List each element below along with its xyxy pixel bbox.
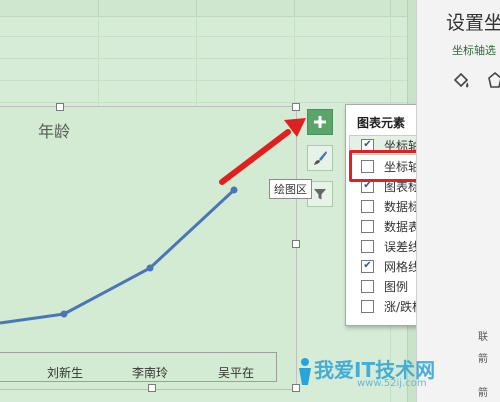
axis-tick-label: 李南玲 xyxy=(132,366,169,380)
gridline xyxy=(0,80,407,81)
column-header-strip xyxy=(0,0,415,17)
filter-icon xyxy=(314,189,326,200)
panel-option-label: 箭 xyxy=(478,388,488,399)
gridline xyxy=(0,58,407,59)
chart-elements-button[interactable] xyxy=(307,109,333,135)
gridline xyxy=(196,16,197,106)
chart-title[interactable]: 年龄 xyxy=(38,118,70,142)
gridline xyxy=(98,16,99,106)
watermark-logo-icon xyxy=(299,358,311,385)
effects-tab[interactable] xyxy=(484,70,500,92)
popup-item-gridlines[interactable]: ✔ 网格线 xyxy=(361,257,420,275)
checkbox-unchecked-icon[interactable] xyxy=(361,279,374,293)
pentagon-icon xyxy=(488,71,500,88)
checkbox-unchecked-icon[interactable] xyxy=(361,299,374,313)
checkbox-unchecked-icon[interactable] xyxy=(361,239,374,253)
plus-icon xyxy=(314,116,326,128)
resize-handle[interactable] xyxy=(56,103,64,111)
gridline xyxy=(0,36,407,37)
chart-styles-button[interactable] xyxy=(307,145,333,171)
checkbox-unchecked-icon[interactable] xyxy=(361,219,374,233)
watermark-url: www.52ij.com xyxy=(357,378,427,389)
popup-title: 图表元素 xyxy=(357,116,406,130)
brush-icon xyxy=(314,151,327,165)
gridline xyxy=(294,16,295,106)
panel-title: 设置坐 xyxy=(446,12,500,34)
panel-option-label: 箭 xyxy=(478,354,488,365)
paint-bucket-icon xyxy=(453,72,469,88)
panel-subtitle[interactable]: 坐标轴选 xyxy=(452,42,496,58)
checkbox-unchecked-icon[interactable] xyxy=(361,199,374,213)
resize-handle[interactable] xyxy=(292,240,300,248)
popup-item-legend[interactable]: 图例 xyxy=(361,277,408,295)
popup-item-error-bars[interactable]: 误差线 xyxy=(361,237,420,255)
checkbox-checked-icon[interactable]: ✔ xyxy=(361,259,374,273)
fill-line-tab[interactable] xyxy=(450,70,472,92)
resize-handle[interactable] xyxy=(148,384,156,392)
axis-tick-label: 刘新生 xyxy=(47,366,84,380)
plot-area-tooltip: 绘图区 xyxy=(269,179,312,199)
panel-option-label: 联 xyxy=(478,332,488,343)
resize-handle[interactable] xyxy=(292,103,300,111)
popup-item-data-table[interactable]: 数据表 xyxy=(361,217,420,235)
chart-area[interactable] xyxy=(0,106,297,390)
axis-tick-label: 吴平在 xyxy=(218,366,255,380)
